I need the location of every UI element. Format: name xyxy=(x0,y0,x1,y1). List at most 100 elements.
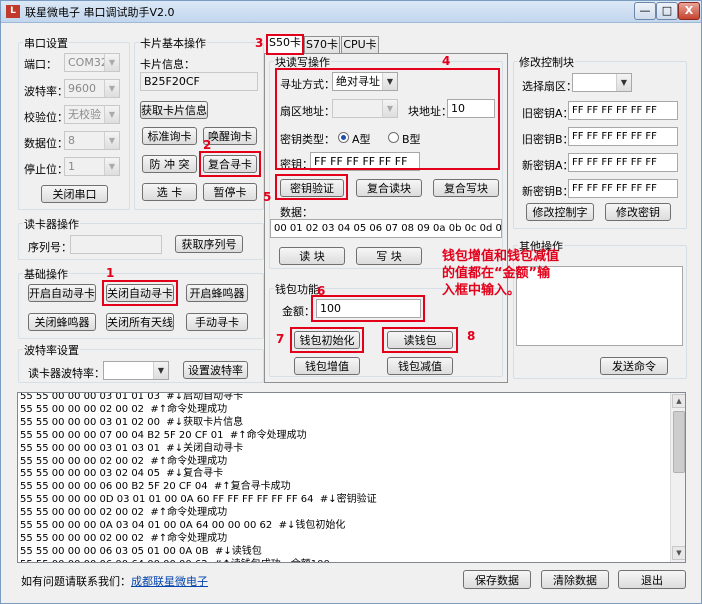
title-bar: L 联星微电子 串口调试助手V2.0 — □ X xyxy=(1,1,701,23)
manual-search-button[interactable]: 手动寻卡 xyxy=(186,313,248,331)
chevron-down-icon: ▼ xyxy=(104,158,119,175)
send-command-button[interactable]: 发送命令 xyxy=(600,357,668,375)
log-line: 55 55 00 00 00 02 00 02 #↑命令处理成功 xyxy=(20,455,228,467)
open-buzzer-button[interactable]: 开启蜂鸣器 xyxy=(186,284,248,302)
serial-number-field[interactable] xyxy=(70,235,162,254)
highlight-box-read-wallet xyxy=(382,327,458,353)
log-line: 55 55 00 00 00 03 01 01 03 #↓启动自动寻卡 xyxy=(20,392,244,402)
new-key-a-field[interactable]: FF FF FF FF FF FF xyxy=(568,153,678,172)
log-line: 55 55 00 00 00 03 02 04 05 #↓复合寻卡 xyxy=(20,468,224,480)
data-field[interactable]: 00 01 02 03 04 05 06 07 08 09 0a 0b 0c 0… xyxy=(270,219,502,238)
scroll-thumb[interactable] xyxy=(673,411,685,473)
annotation-number-8: 8 xyxy=(467,329,476,343)
card-info-field[interactable]: B25F20CF xyxy=(140,72,258,91)
wallet-increase-button[interactable]: 钱包增值 xyxy=(294,357,360,375)
data-label: 数据： xyxy=(280,206,313,219)
scroll-down-icon[interactable]: ▼ xyxy=(672,546,685,560)
anticollision-button[interactable]: 防 冲 突 xyxy=(142,155,197,173)
save-data-button[interactable]: 保存数据 xyxy=(463,570,531,589)
annotation-number-1: 1 xyxy=(106,266,115,280)
contact-link[interactable]: 成都联星微电子 xyxy=(131,575,208,588)
port-value: COM32 xyxy=(68,56,108,69)
reader-title: 读卡器操作 xyxy=(23,216,80,232)
baud-select[interactable]: 9600 ▼ xyxy=(64,79,120,98)
old-key-b-field[interactable]: FF FF FF FF FF FF xyxy=(568,127,678,146)
select-sector-select[interactable]: ▼ xyxy=(572,73,632,92)
log-line: 55 55 00 00 00 03 01 02 00 #↓获取卡片信息 xyxy=(20,416,244,428)
highlight-box-s50-tab xyxy=(266,34,304,55)
window-title: 联星微电子 串口调试助手V2.0 xyxy=(25,6,175,19)
set-baud-button[interactable]: 设置波特率 xyxy=(183,361,248,379)
reader-baud-select[interactable]: ▼ xyxy=(103,361,169,380)
modify-key-button[interactable]: 修改密钥 xyxy=(605,203,671,221)
card-basic-title: 卡片基本操作 xyxy=(139,35,207,51)
close-buzzer-button[interactable]: 关闭蜂鸣器 xyxy=(28,313,96,331)
log-line: 55 55 00 00 00 02 00 02 #↑命令处理成功 xyxy=(20,403,228,415)
new-key-b-field[interactable]: FF FF FF FF FF FF xyxy=(568,179,678,198)
clear-data-button[interactable]: 清除数据 xyxy=(541,570,609,589)
select-card-button[interactable]: 选 卡 xyxy=(142,183,197,201)
log-line: 55 55 00 00 00 07 00 04 B2 5F 20 CF 01 #… xyxy=(20,429,307,441)
highlight-box-close-auto xyxy=(102,280,178,306)
tab-s70[interactable]: S70卡 xyxy=(304,36,340,53)
log-line: 55 55 00 00 00 06 03 05 01 00 0A 0B #↓读钱… xyxy=(20,545,262,557)
chevron-down-icon: ▼ xyxy=(104,106,119,123)
log-lines: 55 55 00 00 00 03 01 01 03 #↓启动自动寻卡 55 55… xyxy=(20,392,670,562)
baud-settings-title: 波特率设置 xyxy=(23,342,80,358)
write-block-button[interactable]: 写 块 xyxy=(356,247,422,265)
compound-read-button[interactable]: 复合读块 xyxy=(356,179,422,197)
maximize-button[interactable]: □ xyxy=(656,2,678,20)
log-line: 55 55 00 00 00 03 01 03 01 #↓关闭自动寻卡 xyxy=(20,442,244,454)
get-card-info-button[interactable]: 获取卡片信息 xyxy=(140,101,208,119)
annotation-note: 钱包增值和钱包减值的值都在“金额”输入框中输入。 xyxy=(442,249,560,298)
get-serial-button[interactable]: 获取序列号 xyxy=(175,235,243,253)
stopbits-label: 停止位： xyxy=(24,163,68,176)
log-scrollbar[interactable]: ▲ ▼ xyxy=(670,393,685,562)
reader-baud-label: 读卡器波特率： xyxy=(28,367,105,380)
close-window-button[interactable]: X xyxy=(678,2,700,20)
open-auto-search-button[interactable]: 开启自动寻卡 xyxy=(28,284,96,302)
basic-ops-title: 基础操作 xyxy=(23,266,69,282)
log-line: 55 55 00 00 00 02 00 02 #↑命令处理成功 xyxy=(20,532,228,544)
standard-query-button[interactable]: 标准询卡 xyxy=(142,127,197,145)
log-line: 55 55 00 00 00 0D 03 01 01 00 0A 60 FF F… xyxy=(20,494,377,506)
baud-label: 波特率： xyxy=(24,85,68,98)
log-line: 55 55 00 00 00 02 00 02 #↑命令处理成功 xyxy=(20,507,228,519)
read-block-button[interactable]: 读 块 xyxy=(279,247,345,265)
app-icon: L xyxy=(6,5,20,18)
serial-number-label: 序列号： xyxy=(28,241,72,254)
old-key-a-label: 旧密钥A： xyxy=(522,107,574,120)
highlight-box-block-params xyxy=(275,68,500,170)
databits-label: 数据位： xyxy=(24,137,68,150)
highlight-box-amount xyxy=(311,295,425,322)
minimize-button[interactable]: — xyxy=(634,2,656,20)
tab-cpu[interactable]: CPU卡 xyxy=(341,36,379,53)
port-select[interactable]: COM32 ▼ xyxy=(64,53,120,72)
databits-select[interactable]: 8 ▼ xyxy=(64,131,120,150)
contact-label: 如有问题请联系我们： xyxy=(21,575,131,588)
annotation-number-3: 3 xyxy=(255,36,264,50)
annotation-number-7: 7 xyxy=(276,332,285,346)
chevron-down-icon: ▼ xyxy=(104,54,119,71)
baud-value: 9600 xyxy=(68,82,96,95)
parity-select[interactable]: 无校验 ▼ xyxy=(64,105,120,124)
modify-control-title: 修改控制块 xyxy=(518,54,575,70)
close-port-button[interactable]: 关闭串口 xyxy=(41,185,108,203)
log-line: 55 55 00 00 00 06 00 64 00 00 00 62 #↑读钱… xyxy=(20,559,670,562)
scroll-up-icon[interactable]: ▲ xyxy=(672,394,685,408)
old-key-b-label: 旧密钥B： xyxy=(522,133,574,146)
compound-write-button[interactable]: 复合写块 xyxy=(433,179,499,197)
stopbits-select[interactable]: 1 ▼ xyxy=(64,157,120,176)
new-key-a-label: 新密钥A： xyxy=(522,159,574,172)
chevron-down-icon: ▼ xyxy=(616,74,631,91)
log-line: 55 55 00 00 00 0A 03 04 01 00 0A 64 00 0… xyxy=(20,520,346,532)
old-key-a-field[interactable]: FF FF FF FF FF FF xyxy=(568,101,678,120)
modify-control-word-button[interactable]: 修改控制字 xyxy=(526,203,594,221)
port-label: 端口： xyxy=(24,58,57,71)
wallet-decrease-button[interactable]: 钱包减值 xyxy=(387,357,453,375)
halt-card-button[interactable]: 暂停卡 xyxy=(203,183,257,201)
chevron-down-icon: ▼ xyxy=(104,80,119,97)
log-output[interactable]: 55 55 00 00 00 03 01 01 03 #↓启动自动寻卡 55 55… xyxy=(17,392,686,563)
exit-button[interactable]: 退出 xyxy=(618,570,686,589)
close-antenna-button[interactable]: 关闭所有天线 xyxy=(106,313,174,331)
